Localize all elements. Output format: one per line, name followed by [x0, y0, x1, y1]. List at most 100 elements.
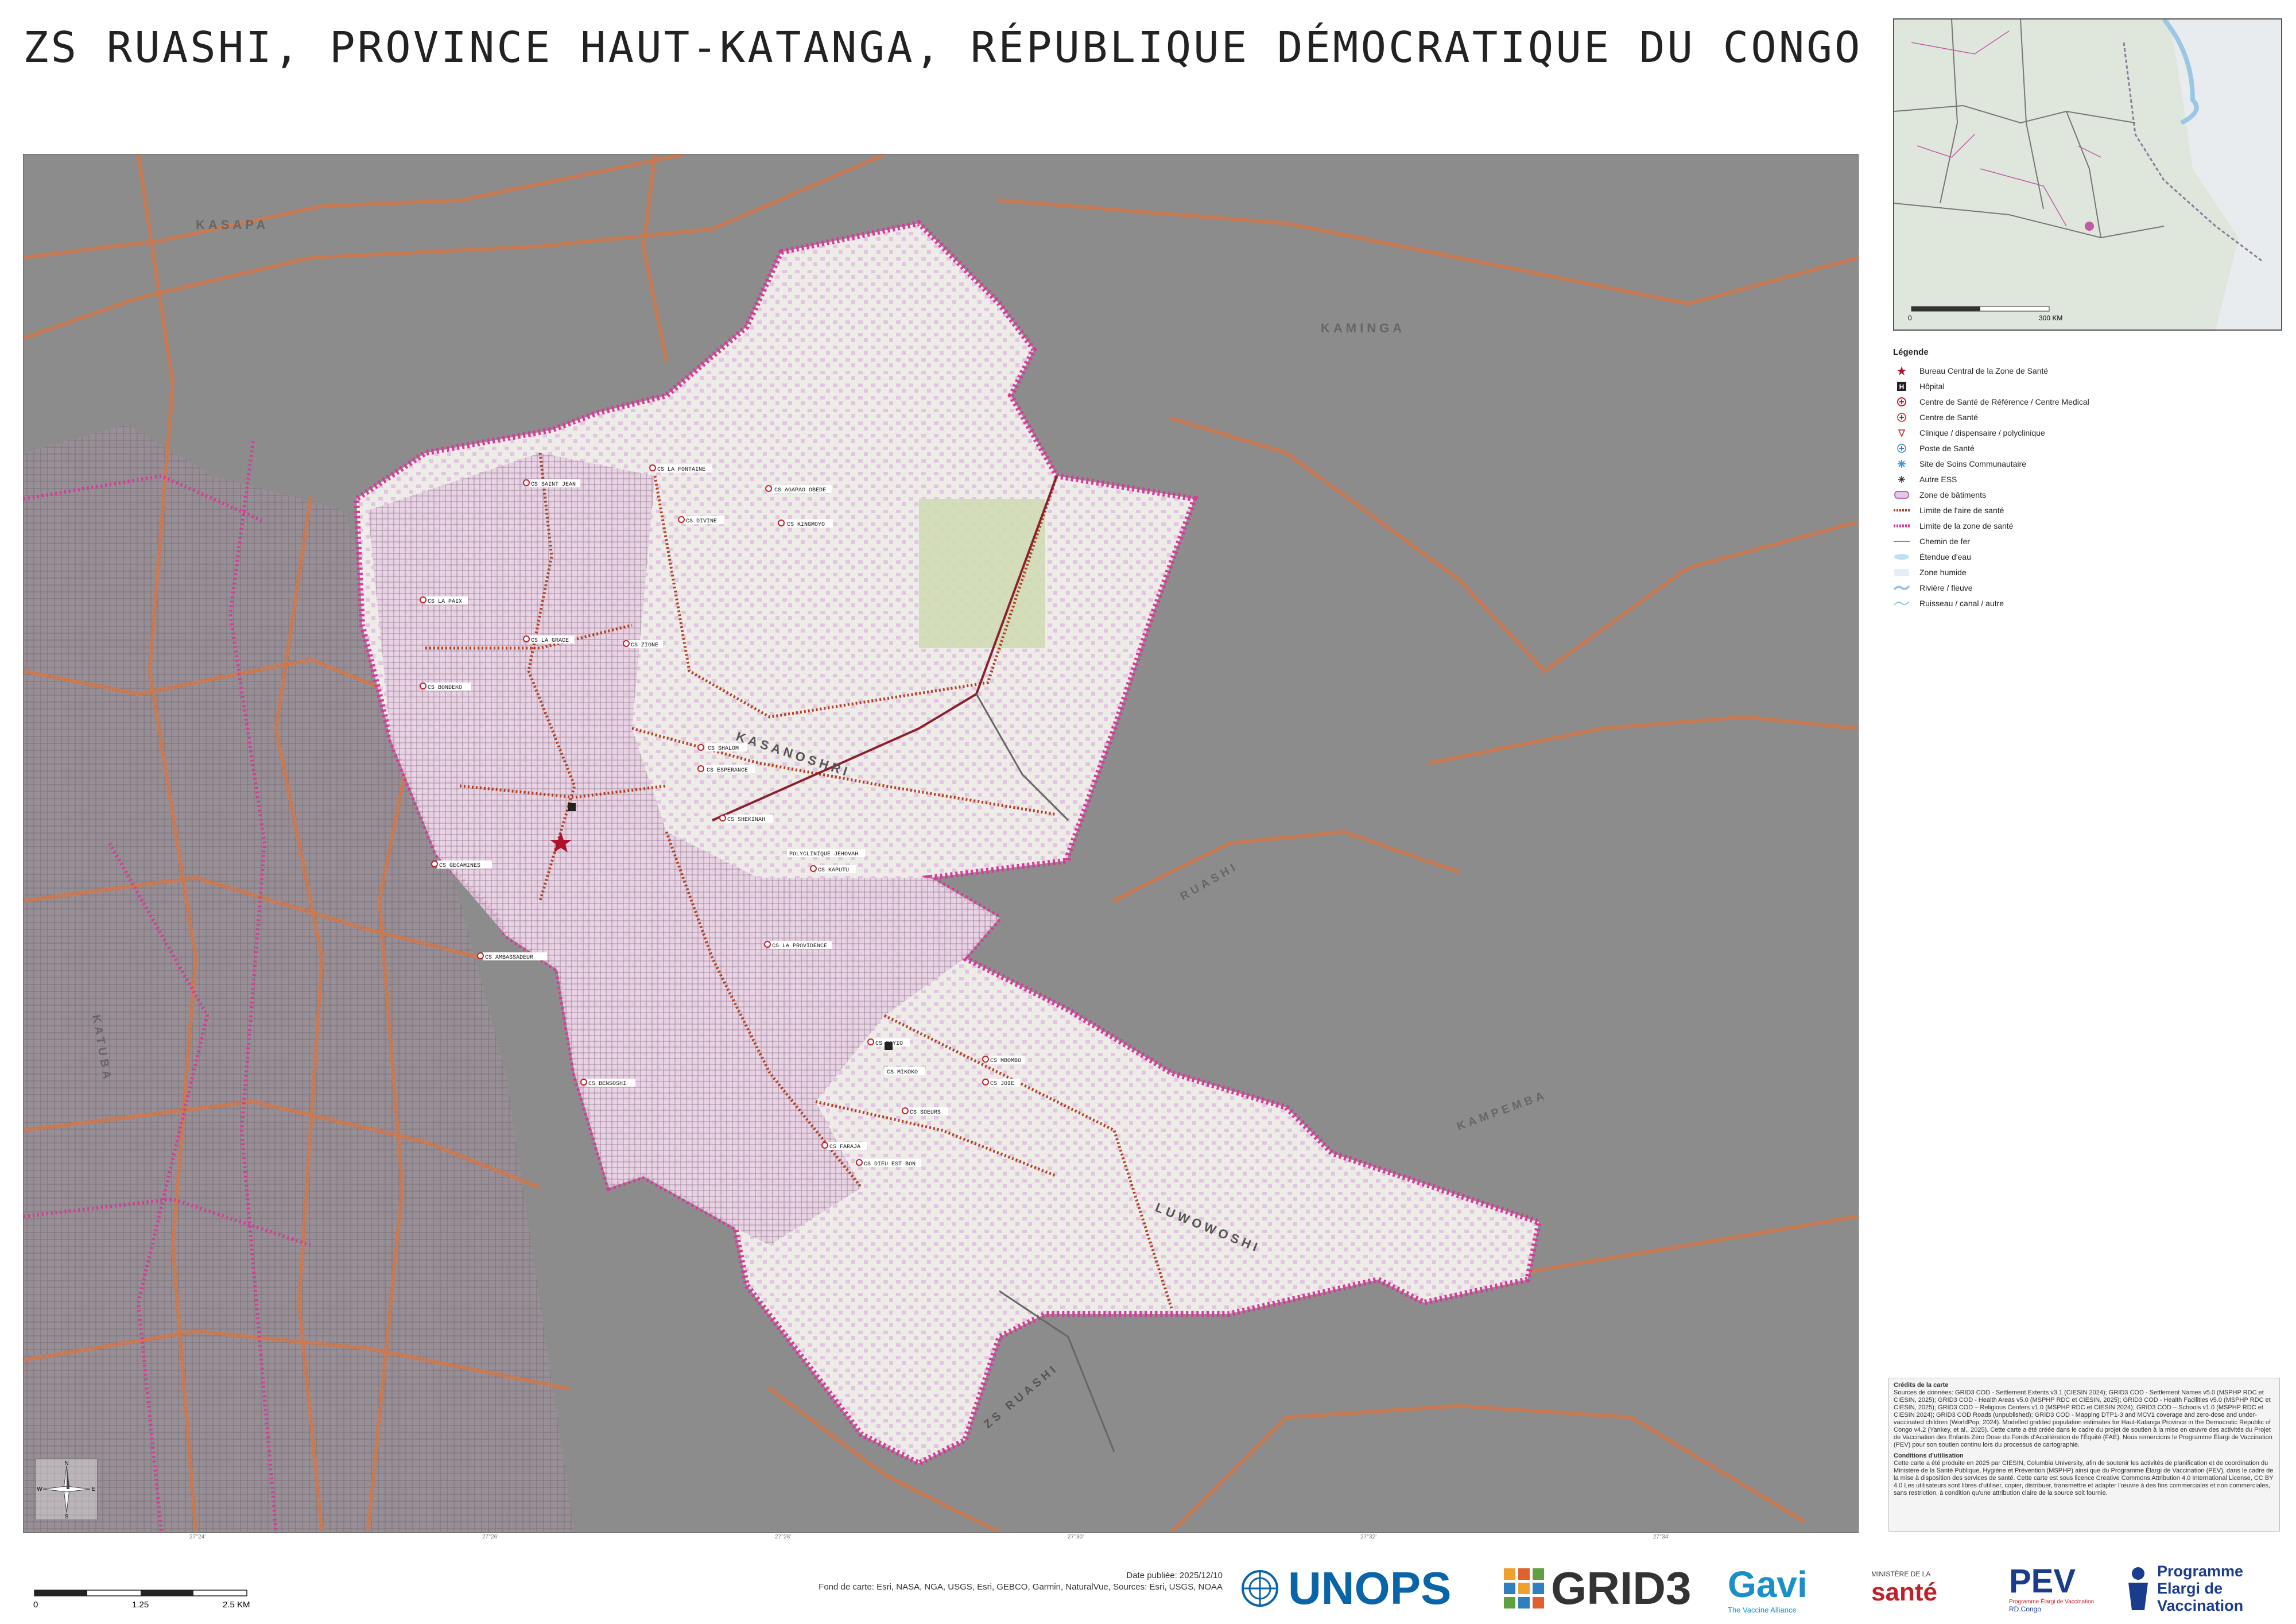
legend-label: Limite de la zone de santé: [1919, 521, 2014, 530]
basemap-credit: Fond de carte: Esri, NASA, NGA, USGS, Es…: [819, 1582, 1223, 1592]
scale-tick-0: 0: [33, 1600, 38, 1610]
poi-4: CS AGAPAO OBEDE: [772, 485, 832, 494]
legend-label: Site de Soins Communautaire: [1919, 459, 2026, 468]
conditions-text: Cette carte a été produite en 2025 par C…: [1894, 1460, 2274, 1497]
poi-13: CS KAPUTU: [816, 865, 856, 874]
legend-label: Centre de Santé: [1919, 412, 1978, 422]
building-zone-icon: [1893, 489, 1910, 501]
legend-item: Limite de l'aire de santé: [1893, 502, 2280, 518]
poi-5: CS KINGMOYO: [785, 520, 833, 528]
svg-text:CS SHEKINAH: CS SHEKINAH: [727, 817, 765, 823]
river-icon: [1893, 582, 1910, 594]
svg-text:CS BENSOSHI: CS BENSOSHI: [588, 1081, 626, 1087]
date-published: Date publiée: 2025/12/10: [1126, 1571, 1223, 1580]
pev-full-line-2: Elargi de: [2157, 1580, 2223, 1597]
svg-text:CS DIEU EST BON: CS DIEU EST BON: [864, 1161, 916, 1168]
compass-rose: N S E W: [36, 1458, 98, 1520]
legend-label: Limite de l'aire de santé: [1919, 505, 2004, 515]
poi-17: CS BENSOSHI: [586, 1079, 635, 1087]
poi-21: CS FARAJA: [827, 1142, 867, 1150]
credits-sources: Sources de données: GRID3 COD - Settleme…: [1894, 1389, 2272, 1448]
inset-scale-end: 300 KM: [2039, 314, 2062, 322]
poi-15: POLYCLINIQUE JEHOVAH: [787, 849, 865, 858]
poi-22: CS SOEURS: [907, 1107, 948, 1116]
svg-text:CS SAINT JEAN: CS SAINT JEAN: [531, 482, 576, 488]
poi-3: CS LA FONTAINE: [655, 464, 712, 473]
stream-icon: [1893, 598, 1910, 609]
svg-text:CS FARAJA: CS FARAJA: [829, 1144, 860, 1150]
label-kaminga: KAMINGA: [1321, 321, 1405, 335]
svg-text:CS LA PAIX: CS LA PAIX: [428, 599, 462, 605]
legend-label: Poste de Santé: [1919, 443, 1975, 453]
legend-item: H Hôpital: [1893, 378, 2280, 394]
compass-s: S: [65, 1514, 69, 1520]
pev-full-logo: Programme Elargi de Vaccination: [2124, 1557, 2285, 1620]
legend-item: Autre ESS: [1893, 471, 2280, 487]
pev-country: RD.Congo: [2009, 1604, 2042, 1613]
star-icon: [1893, 365, 1910, 377]
main-map[interactable]: KASANOSHRI LUWOWOSHI ZS RUASHI KAMINGA K…: [23, 154, 1859, 1533]
label-kasapa: KASAPA: [196, 218, 269, 232]
grid3-text: GRID3: [1551, 1563, 1692, 1614]
unops-text: UNOPS: [1288, 1563, 1452, 1614]
legend-item: Limite de la zone de santé: [1893, 518, 2280, 533]
wetland-icon: [1893, 567, 1910, 578]
legend-label: Bureau Central de la Zone de Santé: [1919, 366, 2049, 375]
legend-label: Hôpital: [1919, 381, 1945, 391]
gavi-text: Gavi: [1728, 1563, 1808, 1605]
legend: Légende Bureau Central de la Zone de San…: [1893, 347, 2280, 611]
credits-box: Crédits de la carte Sources de données: …: [1888, 1378, 2280, 1532]
poi-10: CS BONDEKO: [425, 683, 471, 691]
legend-label: Centre de Santé de Référence / Centre Me…: [1919, 397, 2089, 406]
svg-text:CS LA FONTAINE: CS LA FONTAINE: [657, 467, 705, 473]
svg-text:CS JOIE: CS JOIE: [990, 1081, 1014, 1087]
legend-item: Site de Soins Communautaire: [1893, 456, 2280, 471]
inset-locator-map[interactable]: 0 300 KM: [1893, 18, 2282, 331]
legend-label: Zone de bâtiments: [1919, 490, 1986, 499]
legend-item: Étendue d'eau: [1893, 549, 2280, 564]
legend-item: Poste de Santé: [1893, 440, 2280, 456]
compass-n: N: [64, 1460, 68, 1467]
legend-item: Bureau Central de la Zone de Santé: [1893, 363, 2280, 378]
svg-text:CS KINGMOYO: CS KINGMOYO: [787, 522, 825, 528]
svg-text:H: H: [1899, 383, 1905, 391]
ministry-text: santé: [1871, 1578, 1937, 1606]
hospital-icon: H: [1893, 381, 1910, 392]
legend-label: Clinique / dispensaire / polyclinique: [1919, 428, 2045, 437]
legend-item: Zone de bâtiments: [1893, 487, 2280, 502]
grid3-logo: GRID3: [1504, 1557, 1722, 1620]
aire-limit-icon: [1893, 505, 1910, 516]
poi-23: CS DIEU EST BON: [862, 1159, 921, 1168]
svg-text:CS KAPUTU: CS KAPUTU: [818, 867, 849, 874]
svg-text:CS ESPERANCE: CS ESPERANCE: [707, 768, 748, 774]
poi-16: CS LA PROVIDENCE: [770, 941, 832, 949]
poi-14: CS AMBASSADEUR: [483, 952, 547, 961]
svg-text:CS ZIONE: CS ZIONE: [631, 642, 658, 649]
svg-text:CS AMBASSADEUR: CS AMBASSADEUR: [485, 955, 533, 961]
svg-text:CS LA GRACE: CS LA GRACE: [531, 638, 569, 644]
poi-12: CS GECAMINES: [437, 861, 492, 869]
poi-2: CS ESPERANCE: [704, 765, 755, 774]
svg-text:CS BONDEKO: CS BONDEKO: [428, 685, 462, 691]
legend-item: Centre de Santé de Référence / Centre Me…: [1893, 394, 2280, 409]
scale-bar: 0 1.25 2.5 KM: [33, 1589, 257, 1618]
legend-item: Centre de Santé: [1893, 409, 2280, 425]
health-post-icon: [1893, 443, 1910, 454]
gavi-logo: Gavi The Vaccine Alliance: [1728, 1557, 1860, 1620]
compass-w: W: [37, 1486, 42, 1493]
un-emblem-icon: [1242, 1570, 1278, 1607]
reference-center-icon: [1893, 396, 1910, 408]
park-area: [919, 499, 1045, 648]
compass-e: E: [92, 1486, 96, 1493]
poi-6: CS DIVINE: [684, 516, 724, 525]
svg-text:CS GECAMINES: CS GECAMINES: [439, 863, 480, 869]
poi-25: CS JOIE: [988, 1079, 1020, 1087]
svg-text:CS MBOMBO: CS MBOMBO: [990, 1058, 1021, 1064]
svg-text:POLYCLINIQUE JEHOVAH: POLYCLINIQUE JEHOVAH: [789, 851, 858, 858]
poi-18: CS ZIONE: [629, 640, 663, 649]
poi-8: CS LA PAIX: [425, 596, 468, 605]
legend-label: Étendue d'eau: [1919, 552, 1971, 561]
hospital-marker: [568, 803, 576, 811]
zone-limit-icon: [1893, 520, 1910, 532]
svg-text:CS SOEURS: CS SOEURS: [910, 1110, 941, 1116]
